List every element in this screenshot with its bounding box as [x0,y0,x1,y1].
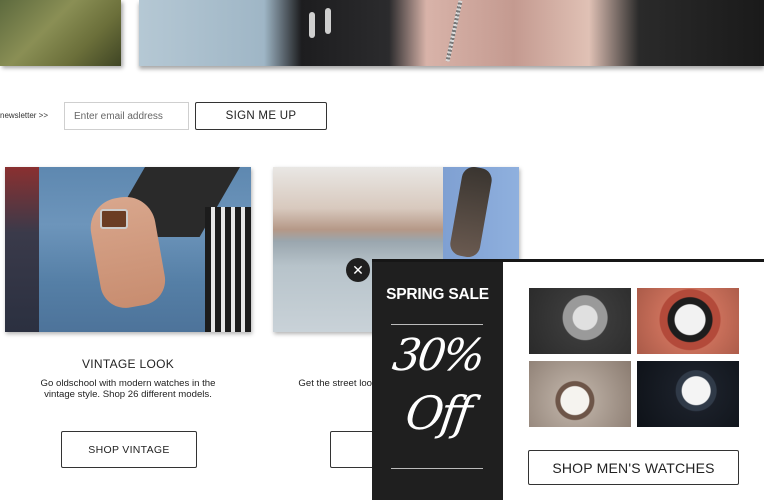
watch-detail [100,209,128,229]
watch-thumbnail[interactable] [529,288,631,354]
photo-detail [205,207,251,332]
vintage-look-description: Go oldschool with modern watches in the … [40,378,216,400]
spring-sale-popup: SPRING SALE 30% Off SHOP MEN'S WATCHES [372,259,764,500]
watch-thumbnail[interactable] [637,361,739,427]
zipper-pull-detail [309,12,315,38]
sale-heading: SPRING SALE [386,286,489,303]
sale-panel: SPRING SALE 30% Off [372,262,503,500]
shop-vintage-button[interactable]: SHOP VINTAGE [61,431,197,468]
discount-percent: 30% [389,330,486,381]
divider [391,468,483,469]
jacket-zipper-detail [445,0,463,62]
email-input[interactable] [64,102,189,130]
photo-detail [5,167,39,332]
vintage-look-image[interactable] [5,167,251,332]
vintage-look-title: VINTAGE LOOK [81,357,175,371]
shop-mens-watches-button[interactable]: SHOP MEN'S WATCHES [528,450,739,485]
zipper-pull-detail [325,8,331,34]
top-left-photo [0,0,121,66]
top-banner-photo [139,0,764,66]
sign-up-button[interactable]: SIGN ME UP [195,102,327,130]
watch-thumbnail[interactable] [637,288,739,354]
discount-off: Off [402,386,473,440]
divider [391,324,483,325]
watch-thumbnail[interactable] [529,361,631,427]
newsletter-label: newsletter >> [0,111,49,120]
close-icon[interactable]: ✕ [346,258,370,282]
